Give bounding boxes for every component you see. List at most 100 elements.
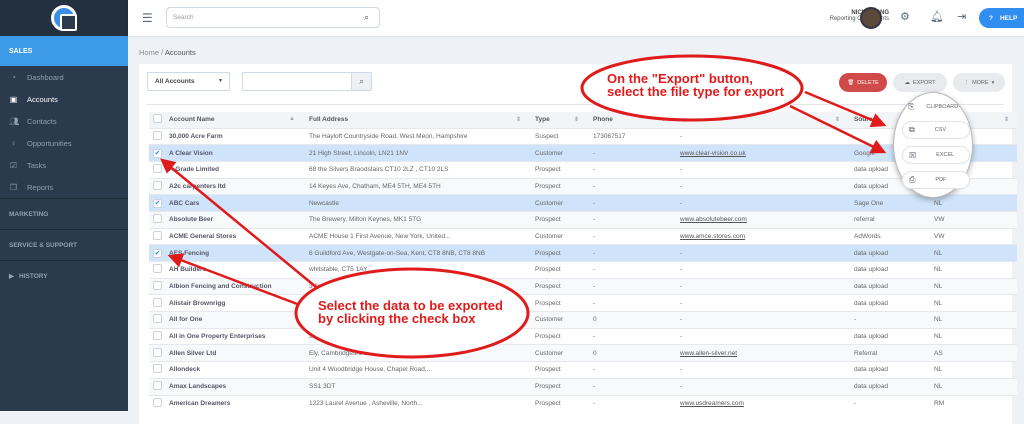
table-cell: Ely, Cambridgeshire, CB6 1DD [303,344,529,362]
column-header[interactable]: Phone ⇕ [587,112,674,128]
avatar[interactable] [860,7,882,29]
column-header[interactable]: Type ⇕ [529,112,587,128]
account-filter-select[interactable]: All Accounts ▼ [147,72,230,91]
column-header-label: Full Address [309,116,349,124]
column-header[interactable]: Account Name ▲ [163,112,303,128]
search-button[interactable]: ⌕ [351,73,371,90]
bell-icon[interactable]: 🔔︎ [930,10,944,23]
table-row[interactable]: Alistair Brownrigg - Prospect - - data upload… [149,294,1017,312]
row-checkbox[interactable] [153,347,162,357]
table-row[interactable]: ✔ AES Fencing 6 Guildford Ave, Westgate-on… [149,244,1017,262]
sort-asc-icon[interactable]: ▲ [289,116,295,122]
website-link[interactable]: www.allen-silver.net [680,350,737,357]
export-clipboard-option[interactable]: ⎘ CLIPBOARD [902,98,970,116]
table-row[interactable]: A Grade Limited 68 the Silvers Braodstair… [149,160,1017,179]
export-pdf-option[interactable]: ⎙ PDF [902,171,970,189]
table-cell: whitstable, CT5 1AY [303,261,529,279]
logout-icon[interactable]: ⇥ [957,10,966,23]
delete-button[interactable]: 🗑︎ DELETE [839,73,887,92]
table-cell: Prospect [529,177,587,195]
cell-text: NL [934,266,943,274]
more-button[interactable]: ⋮ MORE ▾ [953,73,1005,92]
top-bar: ☰ Search⌕ NICK LEONGReporting Consultant… [128,0,1024,36]
table-cell: - [587,227,674,245]
row-checkbox[interactable] [153,264,162,274]
row-checkbox[interactable] [153,398,162,408]
select-all-cell [149,112,163,128]
sidebar-item-label: Reports [27,182,54,192]
row-checkbox[interactable] [153,281,162,291]
sort-icon[interactable]: ⇕ [516,116,521,123]
filter-value: All Accounts [155,78,195,85]
sort-icon[interactable]: ⇕ [661,116,666,123]
settings-gears-icon[interactable]: ⚙ [900,10,910,23]
row-checkbox[interactable] [153,331,162,341]
export-button[interactable]: ☁ EXPORT [893,73,947,92]
row-checkbox[interactable] [153,180,162,190]
cell-text: whitstable, CT5 1AY [309,266,368,274]
table-row[interactable]: ACME General Stores ACME House 1 First Av… [149,227,1017,245]
table-row[interactable]: Allondeck Unit 4 Woodbridge House, Chapel… [149,361,1017,379]
row-checkbox[interactable] [153,381,162,391]
hamburger-menu-icon[interactable]: ☰ [142,11,153,25]
table-row[interactable]: 30,000 Acre Farm The Hayloft Countryside … [149,127,1017,145]
breadcrumb-current: Accounts [164,48,196,57]
column-header[interactable]: Full Address ⇕ [303,112,529,128]
section-sales[interactable]: SALES [0,36,128,66]
sort-icon[interactable]: ⇕ [574,116,579,123]
row-checkbox[interactable] [153,214,162,224]
help-button[interactable]: ? HELP [979,8,1024,28]
select-all-checkbox[interactable] [153,114,162,124]
row-checkbox[interactable] [153,364,162,374]
cell-text: NL [934,383,943,391]
table-row[interactable]: Allen Silver Ltd Ely, Cambridgeshire, CB6… [149,344,1017,362]
table-row[interactable]: A2c carpenters ltd 14 Keyes Ave, Chatham,… [149,177,1017,195]
table-row[interactable]: Albion Fencing and Construction 3 Ila Fro… [149,277,1017,295]
column-header[interactable]: Web Site ⇕ [674,112,848,128]
table-row[interactable]: American Dreamers 1223 Laurel Avenue , As… [149,394,1017,412]
table-row[interactable]: All for One 43 ... Customer 0- - NL [149,311,1017,329]
sidebar-item-opportunities[interactable]: ♀ Opportunities [0,132,128,154]
export-csv-option[interactable]: ⧉ CSV [902,121,970,139]
app-logo[interactable] [51,5,77,31]
global-search-input[interactable]: Search ⌕ [166,7,380,28]
table-row[interactable]: Amax Landscapes SS1 3DT Prospect - - data upl… [149,377,1017,395]
table-cell: www.usdreamers.com [674,394,848,412]
table-row[interactable]: Absolute Beer The Brewery, Milton Keynes,… [149,210,1017,229]
website-link[interactable]: www.amce.stores.com [680,233,745,240]
sidebar-item-reports[interactable]: ❐ Reports [0,176,128,198]
row-checkbox[interactable] [153,130,162,140]
website-link[interactable]: www.absolutebeer.com [680,216,747,223]
row-checkbox[interactable] [153,314,162,324]
table-row[interactable]: ✔ A Clear Vision 21 High Street, Lincoln, … [149,144,1017,162]
table-cell: referral [848,210,928,229]
sidebar-item-contacts[interactable]: 👥︎ Contacts [0,110,128,132]
table-cell: 3 Ila Front, High Street, Garlinge,Marga… [303,277,529,295]
row-checkbox[interactable] [153,164,162,174]
section-service-support[interactable]: SERVICE & SUPPORT [0,229,128,260]
sort-icon[interactable]: ⇕ [835,116,840,123]
row-checkbox[interactable] [153,297,162,307]
website-link[interactable]: www.clear-vision.co.uk [680,150,746,157]
sidebar-item-accounts[interactable]: ▣ Accounts [0,88,128,110]
sidebar-item-tasks[interactable]: ☑ Tasks [0,154,128,176]
section-marketing[interactable]: MARKETING [0,198,128,229]
row-checkbox[interactable]: ✔ [153,148,162,158]
sidebar-item-dashboard[interactable]: ◔ Dashboard [0,66,128,88]
section-history[interactable]: ▶ HISTORY [0,260,128,291]
table-row[interactable]: ✔ ABC Cars Newcastle Customer - - Sage One NL [149,194,1017,212]
table-search-input[interactable]: ⌕ [242,72,372,91]
search-icon[interactable]: ⌕ [364,12,369,23]
table-row[interactable]: All in One Property Enterprises 2 ... wal… [149,327,1017,345]
row-checkbox[interactable] [153,230,162,240]
sort-icon[interactable]: ⇕ [1004,116,1009,123]
row-checkbox[interactable]: ✔ [153,198,162,208]
export-excel-option[interactable]: ☒ EXCEL [902,146,970,164]
cell-text: Allen Silver Ltd [169,349,217,357]
row-checkbox[interactable]: ✔ [153,248,162,258]
more-label: MORE [972,79,989,86]
cell-text: Albion Fencing and Construction [169,283,272,291]
breadcrumb-home[interactable]: Home [139,48,159,57]
website-link[interactable]: www.usdreamers.com [680,400,744,407]
table-row[interactable]: AH Builders whitstable, CT5 1AY Prospect - -… [149,261,1017,279]
